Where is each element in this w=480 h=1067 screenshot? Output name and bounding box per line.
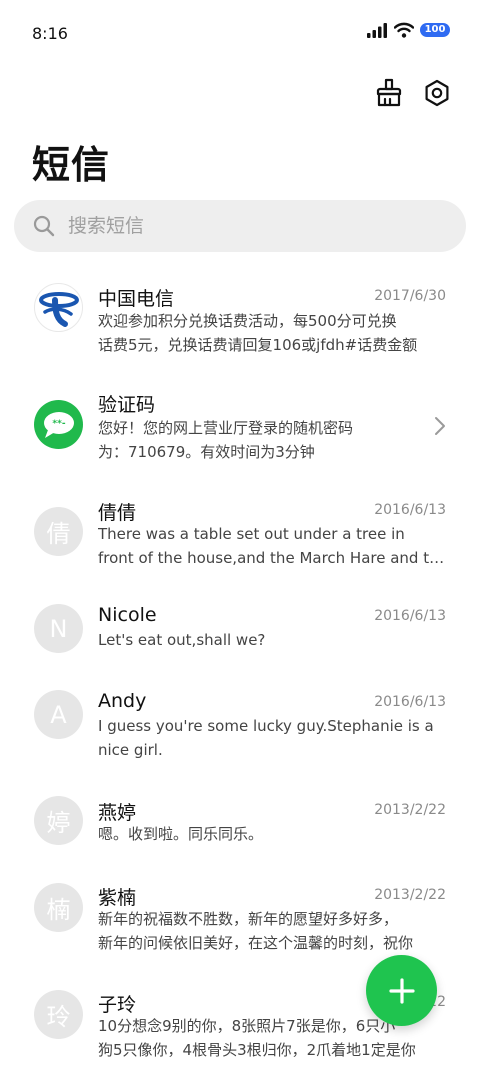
search-bar[interactable] [14,200,466,252]
conversation-row[interactable]: 婷 燕婷 2013/2/22 嗯。收到啦。同乐同乐。 [0,796,480,868]
signal-icon [367,23,387,38]
contact-name: 燕婷 [98,802,137,824]
avatar: A [34,690,83,739]
search-input[interactable] [68,215,428,237]
message-preview: Let's eat out,shall we? [98,628,448,652]
conversation-row[interactable]: A Andy 2016/6/13 I guess you're some luc… [0,690,480,782]
broom-icon [376,78,402,107]
plus-icon [388,977,415,1004]
svg-text:**-: **- [52,419,65,429]
contact-name: 验证码 [98,394,156,416]
message-date: 2017/6/30 [374,288,446,304]
preview-line: 为：710679。有效时间为3分钟 [98,443,315,461]
message-date: 2016/6/13 [374,502,446,518]
message-preview: 您好！您的网上营业厅登录的随机密码 为：710679。有效时间为3分钟 [98,416,448,464]
contact-name: Andy [98,690,147,712]
preview-line: Let's eat out,shall we? [98,631,266,649]
contact-name: 中国电信 [98,288,175,310]
message-date: 2013/2/22 [374,802,446,818]
contact-name: 倩倩 [98,502,137,524]
preview-line: front of the house,and the March Hare an… [98,549,448,567]
conversation-row[interactable]: 倩 倩倩 2016/6/13 There was a table set out… [0,498,480,590]
message-preview: There was a table set out under a tree i… [98,522,448,570]
preview-line: 新年的问候依旧美好，在这个温馨的时刻，祝你 [98,934,414,952]
message-date: 2013/2/22 [374,887,446,903]
avatar: 倩 [34,507,83,556]
preview-line: 嗯。收到啦。同乐同乐。 [98,825,264,843]
new-message-button[interactable] [366,955,437,1026]
settings-button[interactable] [422,78,452,108]
top-actions [374,78,452,108]
contact-name: 紫楠 [98,887,137,909]
chevron-right-icon [435,417,445,435]
message-preview: I guess you're some lucky guy.Stephanie … [98,714,448,762]
avatar: N [34,604,83,653]
preview-line: 话费5元，兑换话费请回复106或jfdh#话费金额 [98,336,418,354]
conversation-row[interactable]: 中国电信 2017/6/30 欢迎参加积分兑换话费活动，每500分可兑换 话费5… [0,280,480,372]
page-title: 短信 [32,143,111,187]
preview-line: 欢迎参加积分兑换话费活动，每500分可兑换 [98,312,397,330]
clean-button[interactable] [374,78,404,108]
avatar [34,283,83,332]
contact-name: 子玲 [98,994,137,1016]
sms-bubble-icon: **- [43,411,74,438]
preview-line: nice girl. [98,741,163,759]
search-icon [33,215,55,237]
conversation-row[interactable]: N Nicole 2016/6/13 Let's eat out,shall w… [0,604,480,674]
status-time: 8:16 [32,24,68,43]
status-bar: 8:16 100 [0,0,480,64]
status-icons: 100 [366,22,450,38]
preview-line: 狗5只像你，4根骨头3根归你，2爪着地1定是你 [98,1041,416,1059]
avatar: **- [34,400,83,449]
preview-line: There was a table set out under a tree i… [98,525,405,543]
battery-indicator: 100 [420,23,450,37]
china-telecom-logo [38,291,79,327]
gear-icon [425,79,449,107]
message-date: 2016/6/13 [374,694,446,710]
message-preview: 新年的祝福数不胜数，新年的愿望好多好多， 新年的问候依旧美好，在这个温馨的时刻，… [98,907,448,955]
contact-name: Nicole [98,604,157,626]
message-preview: 嗯。收到啦。同乐同乐。 [98,822,448,846]
conversation-row[interactable]: **- 验证码 您好！您的网上营业厅登录的随机密码 为：710679。有效时间为… [0,390,480,482]
avatar: 婷 [34,796,83,845]
preview-line: 新年的祝福数不胜数，新年的愿望好多好多， [98,910,399,928]
avatar: 楠 [34,883,83,932]
preview-line: I guess you're some lucky guy.Stephanie … [98,717,434,735]
preview-line: 您好！您的网上营业厅登录的随机密码 [98,419,354,437]
message-date: 2016/6/13 [374,608,446,624]
message-preview: 欢迎参加积分兑换话费活动，每500分可兑换 话费5元，兑换话费请回复106或jf… [98,309,448,357]
avatar: 玲 [34,990,83,1039]
wifi-icon [394,22,414,38]
